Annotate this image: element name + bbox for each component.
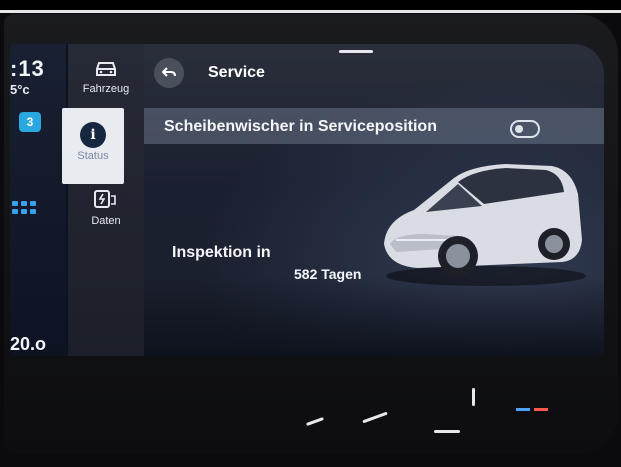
nav-item-daten[interactable]: Daten (68, 188, 144, 227)
nav-item-status[interactable]: i Status (62, 108, 124, 184)
inspection-value: 582 Tagen (294, 266, 362, 282)
odometer-readout: 20.o (10, 334, 47, 354)
top-edge (0, 0, 621, 13)
nav-label-status: Status (77, 150, 109, 162)
nav-item-fahrzeug[interactable]: Fahrzeug (68, 60, 144, 95)
back-arrow-icon (161, 67, 176, 77)
wiper-service-toggle[interactable] (510, 120, 540, 138)
service-panel: Service Scheibenwischer in Servicepositi… (144, 44, 604, 356)
inspection-label: Inspektion in (172, 244, 271, 261)
info-icon: i (80, 122, 106, 148)
nav-label-daten: Daten (91, 215, 121, 227)
clock: :13 (10, 56, 45, 81)
floor-shading (144, 276, 604, 356)
vehicle-illustration (384, 164, 586, 286)
climate-controls (10, 360, 610, 433)
temp-slider-mark[interactable] (306, 417, 324, 426)
charging-data-icon (94, 190, 116, 208)
apps-grid-icon[interactable] (12, 201, 40, 215)
page-title: Service (208, 64, 265, 81)
toggle-knob (515, 125, 523, 133)
infotainment-screen: :13 5°c 3 20.o Fahrzeug i Status Daten S… (10, 44, 604, 356)
volume-slider-mark[interactable] (434, 430, 460, 433)
divider-mark (472, 388, 475, 406)
nav-label-fahrzeug: Fahrzeug (82, 83, 130, 95)
seat-heat-indicator[interactable] (516, 408, 552, 411)
page-indicator (339, 50, 373, 53)
outside-temperature: 5°c (10, 82, 30, 97)
car-icon (96, 62, 116, 76)
wiper-service-label: Scheibenwischer in Serviceposition (164, 118, 437, 135)
left-widget-strip: :13 5°c 3 20.o (10, 44, 66, 356)
fan-slider-mark[interactable] (362, 411, 388, 424)
notification-badge[interactable]: 3 (19, 112, 41, 132)
side-nav: Fahrzeug i Status Daten (62, 44, 144, 356)
back-button[interactable] (154, 58, 184, 88)
